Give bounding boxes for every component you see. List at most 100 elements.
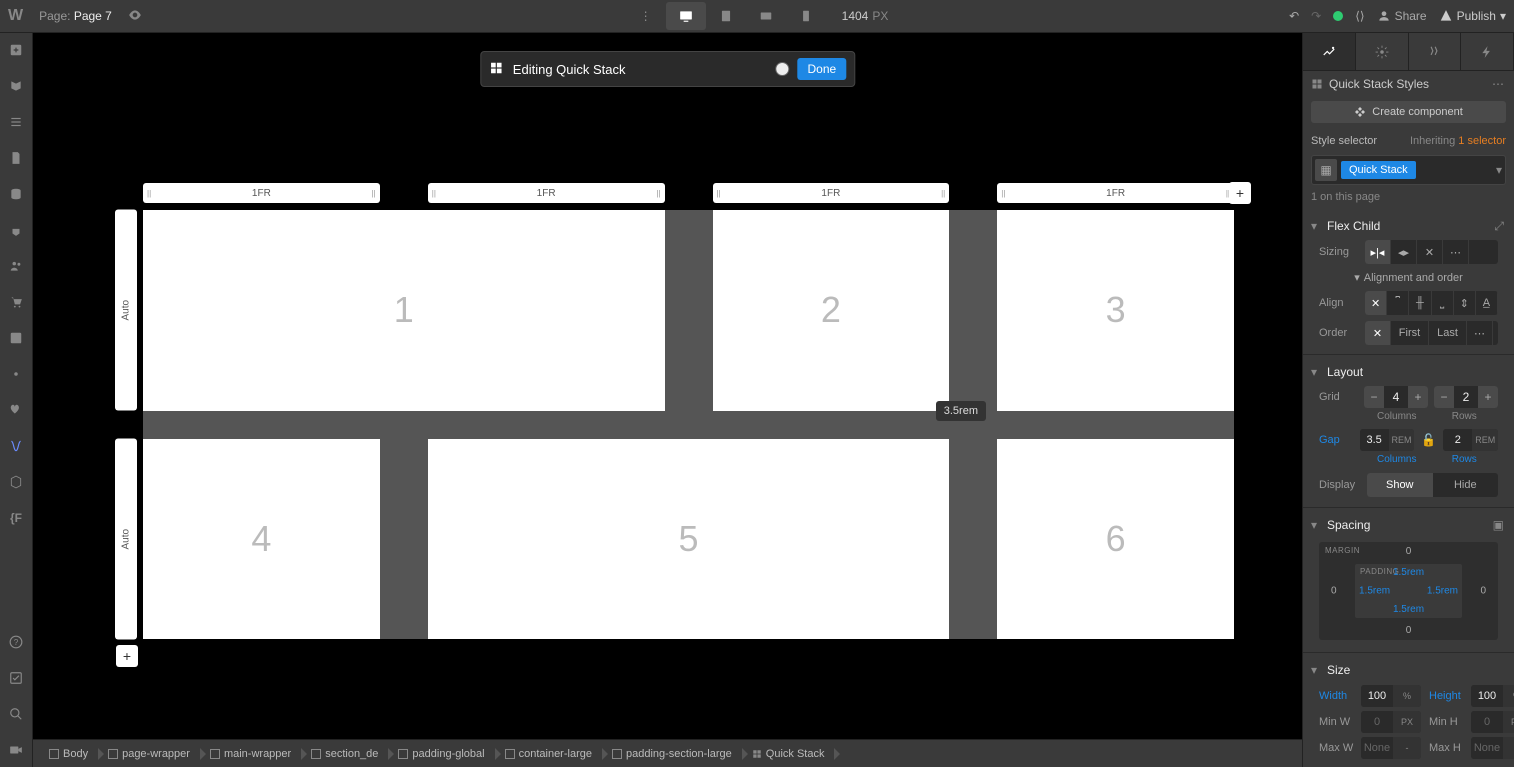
undo-icon[interactable]: ↶ <box>1289 9 1299 23</box>
breadcrumb-item[interactable]: Quick Stack <box>742 748 835 760</box>
tab-style[interactable] <box>1303 33 1356 70</box>
row-header[interactable]: Auto <box>115 439 137 640</box>
caret-icon[interactable]: ▾ <box>1311 365 1321 379</box>
grid-cell[interactable]: 4 <box>143 439 380 640</box>
selector-type-icon[interactable]: ▦ <box>1315 159 1337 181</box>
display-hide[interactable]: Hide <box>1433 473 1499 497</box>
finsweet-icon[interactable]: {F <box>5 507 27 529</box>
expand-icon[interactable]: ⤢ <box>1494 219 1504 234</box>
caret-icon[interactable]: ▾ <box>1311 219 1321 233</box>
done-button[interactable]: Done <box>798 58 847 80</box>
gap-col-value[interactable]: 3.5 <box>1360 429 1389 451</box>
grid-cell[interactable]: 6 <box>997 439 1234 640</box>
column-header[interactable]: ||1FR|| <box>997 183 1234 203</box>
canvas-width[interactable]: 1404 <box>842 9 869 23</box>
grid-cell[interactable]: 3 <box>997 210 1234 411</box>
display-show[interactable]: Show <box>1367 473 1433 497</box>
column-header[interactable]: ||1FR|| <box>143 183 380 203</box>
settings-icon[interactable] <box>5 363 27 385</box>
breakpoint-tablet[interactable] <box>706 2 746 30</box>
column-header[interactable]: ||1FR|| <box>428 183 665 203</box>
align-stretch[interactable]: ⇕ <box>1454 291 1476 315</box>
maxh-value[interactable]: None <box>1471 737 1503 759</box>
sizing-grow[interactable]: ◂▸ <box>1391 240 1417 264</box>
minw-value[interactable]: 0 <box>1361 711 1393 733</box>
toggle-switch[interactable] <box>776 62 790 76</box>
breadcrumb-item[interactable]: section_de <box>301 748 388 760</box>
breadcrumb-item[interactable]: padding-section-large <box>602 748 742 760</box>
caret-icon[interactable]: ▾ <box>1311 663 1321 677</box>
audit-icon[interactable] <box>5 667 27 689</box>
sizing-shrink[interactable]: ▸|◂ <box>1365 240 1391 264</box>
assets-icon[interactable] <box>5 327 27 349</box>
align-start[interactable]: ⎴ <box>1387 291 1409 315</box>
more-icon[interactable]: ⋯ <box>1492 77 1504 91</box>
rows-decrement[interactable]: − <box>1434 386 1454 408</box>
preview-icon[interactable] <box>128 8 142 25</box>
sizing-none[interactable]: ✕ <box>1417 240 1443 264</box>
align-center[interactable]: ╫ <box>1409 291 1431 315</box>
spacing-presets-icon[interactable]: ▣ <box>1493 518 1504 532</box>
selector-input[interactable]: ▦ Quick Stack ▾ <box>1311 155 1506 185</box>
align-end[interactable]: ⎵ <box>1432 291 1454 315</box>
padding-top[interactable]: 1.5rem <box>1393 567 1424 578</box>
breakpoint-mobile[interactable] <box>786 2 826 30</box>
margin-bottom[interactable]: 0 <box>1406 625 1412 636</box>
align-none[interactable]: ✕ <box>1365 291 1387 315</box>
order-none[interactable]: ✕ <box>1365 321 1391 345</box>
grid-cell[interactable]: 5 <box>428 439 950 640</box>
users-icon[interactable] <box>5 255 27 277</box>
caret-icon[interactable]: ▾ <box>1354 271 1360 284</box>
sizing-more[interactable]: ⋯ <box>1443 240 1469 264</box>
chevron-down-icon[interactable]: ▾ <box>1496 163 1502 177</box>
minh-value[interactable]: 0 <box>1471 711 1503 733</box>
breakpoint-desktop[interactable] <box>666 2 706 30</box>
page-name[interactable]: Page 7 <box>74 9 112 23</box>
breadcrumb-item[interactable]: main-wrapper <box>200 748 301 760</box>
apps-icon[interactable] <box>5 399 27 421</box>
margin-right[interactable]: 0 <box>1480 586 1486 597</box>
breadcrumb-item[interactable]: Body <box>39 748 98 760</box>
column-header[interactable]: ||1FR|| <box>713 183 950 203</box>
cols-decrement[interactable]: − <box>1364 386 1384 408</box>
variables-icon[interactable] <box>5 471 27 493</box>
order-more[interactable]: ⋯ <box>1467 321 1493 345</box>
pages-icon[interactable] <box>5 75 27 97</box>
code-export-icon[interactable]: ⟨⟩ <box>1355 9 1364 23</box>
breadcrumb-item[interactable]: padding-global <box>388 748 494 760</box>
grid-cell[interactable]: 2 <box>713 210 950 411</box>
navigator-icon[interactable] <box>5 111 27 133</box>
breakpoint-landscape[interactable] <box>746 2 786 30</box>
order-first[interactable]: First <box>1391 321 1429 345</box>
more-breakpoints-icon[interactable]: ⋮ <box>626 2 666 30</box>
add-column-button[interactable]: + <box>1229 182 1251 204</box>
tab-style-manager[interactable] <box>1409 33 1462 70</box>
padding-right[interactable]: 1.5rem <box>1427 586 1458 597</box>
padding-bottom[interactable]: 1.5rem <box>1393 604 1424 615</box>
help-icon[interactable]: ? <box>5 631 27 653</box>
ecommerce-icon[interactable] <box>5 291 27 313</box>
width-value[interactable]: 100 <box>1361 685 1393 707</box>
webflow-logo-icon[interactable]: W <box>8 7 23 25</box>
redo-icon[interactable]: ↷ <box>1311 9 1321 23</box>
tab-settings[interactable] <box>1356 33 1409 70</box>
caret-icon[interactable]: ▾ <box>1311 518 1321 532</box>
grid-cell[interactable]: 1 <box>143 210 665 411</box>
align-baseline[interactable]: A̲ <box>1476 291 1498 315</box>
add-element-icon[interactable] <box>5 39 27 61</box>
rows-increment[interactable]: + <box>1478 386 1498 408</box>
breadcrumb-item[interactable]: container-large <box>495 748 602 760</box>
spacing-editor[interactable]: MARGIN 0 0 0 0 PADDING 1.5rem 1.5rem 1.5… <box>1319 542 1498 640</box>
add-row-button[interactable]: + <box>116 645 138 667</box>
components-icon[interactable] <box>5 219 27 241</box>
page-icon[interactable] <box>5 147 27 169</box>
margin-left[interactable]: 0 <box>1331 586 1337 597</box>
publish-button[interactable]: Publish ▾ <box>1439 9 1506 23</box>
tab-interactions[interactable] <box>1461 33 1514 70</box>
breadcrumb-item[interactable]: page-wrapper <box>98 748 200 760</box>
search-icon[interactable] <box>5 703 27 725</box>
height-value[interactable]: 100 <box>1471 685 1503 707</box>
cms-icon[interactable] <box>5 183 27 205</box>
margin-top[interactable]: 0 <box>1406 546 1412 557</box>
row-header[interactable]: Auto <box>115 210 137 411</box>
